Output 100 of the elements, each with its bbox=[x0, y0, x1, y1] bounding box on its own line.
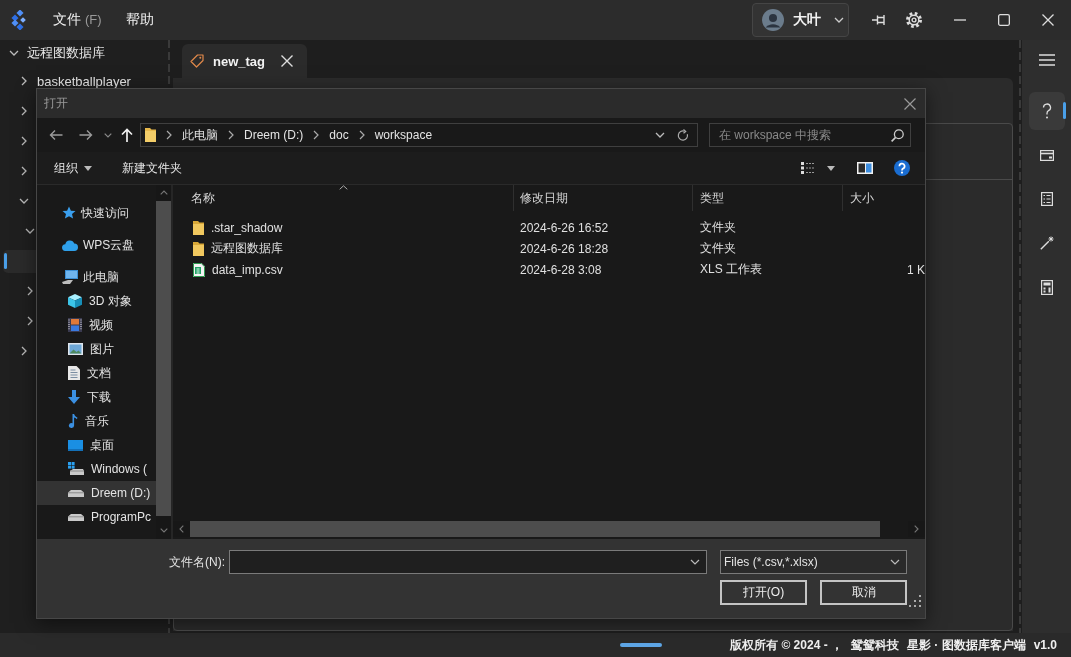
file-name[interactable]: data_imp.csv bbox=[212, 262, 283, 277]
breadcrumb[interactable]: 此电脑 bbox=[182, 126, 218, 144]
chevron-down-icon[interactable] bbox=[655, 132, 665, 138]
chevron-right-icon[interactable] bbox=[228, 130, 234, 140]
column-header[interactable]: 大小 bbox=[843, 185, 925, 211]
file-type: 文件夹 bbox=[700, 219, 736, 236]
tree-item[interactable]: 远程图数据库 bbox=[27, 46, 105, 60]
breadcrumb[interactable]: Dreem (D:) bbox=[244, 128, 304, 142]
copyright-text: 版权所有 © 2024 - ， bbox=[730, 636, 843, 654]
chevron-right-icon[interactable] bbox=[27, 316, 33, 326]
star-icon bbox=[62, 206, 76, 220]
search-icon[interactable] bbox=[891, 128, 904, 142]
forward-arrow-icon[interactable] bbox=[79, 129, 93, 141]
chevron-right-icon[interactable] bbox=[313, 130, 320, 140]
chevron-right-icon[interactable] bbox=[21, 106, 27, 116]
breadcrumb[interactable]: doc bbox=[329, 128, 349, 142]
folder-icon bbox=[145, 128, 156, 142]
file-type-dropdown[interactable]: Files (*.csv,*.xlsx) bbox=[720, 550, 907, 574]
chevron-down-icon[interactable] bbox=[25, 228, 35, 234]
organize-menu-button[interactable]: 组织 bbox=[54, 159, 92, 177]
chevron-right-icon[interactable] bbox=[27, 286, 33, 296]
drive-icon bbox=[68, 462, 84, 476]
resize-grip-icon[interactable] bbox=[909, 595, 921, 607]
nav-item[interactable]: 文档 bbox=[37, 361, 156, 385]
menu-icon[interactable] bbox=[1038, 54, 1055, 66]
nav-item[interactable]: WPS云盘 bbox=[37, 233, 156, 257]
column-header[interactable]: 名称 bbox=[173, 185, 514, 211]
new-folder-button[interactable]: 新建文件夹 bbox=[122, 159, 182, 177]
caret-down-icon[interactable] bbox=[159, 528, 168, 533]
nav-item[interactable]: 图片 bbox=[37, 337, 156, 361]
nav-item[interactable]: ProgramPc bbox=[37, 505, 156, 529]
nav-item-selected[interactable]: Dreem (D:) bbox=[37, 481, 156, 505]
tag-icon bbox=[190, 54, 204, 68]
magic-wand-icon bbox=[1039, 236, 1054, 250]
modified-date: 2024-6-26 18:28 bbox=[520, 241, 609, 256]
avatar-icon bbox=[762, 9, 784, 31]
chevron-down-icon bbox=[834, 17, 844, 23]
file-type: XLS 工作表 bbox=[700, 261, 762, 278]
drive-icon bbox=[68, 489, 84, 497]
nav-item[interactable]: 此电脑 bbox=[37, 265, 156, 289]
preview-pane-icon[interactable] bbox=[857, 162, 873, 174]
details-view-icon[interactable] bbox=[801, 162, 815, 174]
sort-caret-icon bbox=[339, 185, 348, 190]
file-name[interactable]: .star_shadow bbox=[211, 220, 283, 235]
folder-icon bbox=[193, 241, 204, 256]
settings-icon[interactable] bbox=[906, 12, 922, 28]
spreadsheet-icon bbox=[193, 262, 205, 277]
search-field[interactable]: 在 workspace 中搜索 bbox=[709, 123, 911, 147]
chevron-down-icon[interactable] bbox=[19, 198, 29, 204]
nav-item[interactable]: 视频 bbox=[37, 313, 156, 337]
help-icon[interactable] bbox=[894, 160, 910, 176]
scrollbar-thumb[interactable] bbox=[190, 521, 880, 537]
address-bar[interactable]: 此电脑 Dreem (D:) doc workspace bbox=[140, 123, 698, 147]
chevron-right-icon[interactable] bbox=[21, 76, 27, 86]
chevron-down-icon[interactable] bbox=[690, 559, 700, 565]
menu-item[interactable]: 帮助 bbox=[125, 11, 154, 29]
progress-handle bbox=[620, 643, 662, 647]
user-menu-button[interactable]: 大叶 bbox=[752, 3, 849, 37]
maximize-icon[interactable] bbox=[998, 14, 1010, 26]
breadcrumb[interactable]: workspace bbox=[374, 128, 433, 142]
caret-up-icon[interactable] bbox=[159, 190, 168, 195]
pin-icon[interactable] bbox=[872, 14, 888, 26]
nav-item[interactable]: Windows ( bbox=[37, 457, 156, 481]
music-note-icon bbox=[68, 414, 78, 428]
modified-date: 2024-6-28 3:08 bbox=[520, 262, 602, 277]
open-button[interactable]: 打开(O) bbox=[720, 580, 807, 605]
chevron-right-icon[interactable] bbox=[21, 136, 27, 146]
computer-icon bbox=[62, 270, 78, 284]
menu-item[interactable]: 文件 (F) bbox=[53, 11, 102, 29]
chevron-down-icon[interactable] bbox=[9, 50, 19, 56]
nav-item[interactable]: 桌面 bbox=[37, 433, 156, 457]
selected-row-highlight[interactable] bbox=[3, 249, 36, 273]
caret-down-icon[interactable] bbox=[827, 165, 835, 171]
company-name: 鸳鸳科技 bbox=[850, 636, 899, 654]
chevron-right-icon[interactable] bbox=[21, 166, 27, 176]
column-header[interactable]: 类型 bbox=[693, 185, 843, 211]
file-name[interactable]: 远程图数据库 bbox=[211, 240, 283, 257]
calculator-icon bbox=[1040, 279, 1053, 295]
refresh-icon[interactable] bbox=[677, 128, 689, 142]
document-icon bbox=[68, 366, 80, 380]
tab[interactable]: new_tag bbox=[182, 44, 307, 78]
tree-item[interactable]: basketballplayer bbox=[37, 74, 131, 88]
file-name-field[interactable] bbox=[229, 550, 707, 574]
nav-item[interactable]: 下载 bbox=[37, 385, 156, 409]
nav-item[interactable]: 快速访问 bbox=[37, 201, 156, 225]
nav-item[interactable]: 音乐 bbox=[37, 409, 156, 433]
nav-item[interactable]: 3D 对象 bbox=[37, 289, 156, 313]
dialog-title: 打开 bbox=[44, 95, 68, 112]
close-icon[interactable] bbox=[904, 97, 916, 110]
desktop-icon bbox=[68, 439, 83, 451]
chevron-down-icon bbox=[890, 559, 900, 565]
column-header[interactable]: 修改日期 bbox=[514, 185, 693, 211]
up-arrow-icon[interactable] bbox=[121, 128, 133, 142]
chevron-right-icon[interactable] bbox=[166, 130, 172, 140]
toolbar-tab[interactable] bbox=[1028, 92, 1065, 130]
chevron-right-icon[interactable] bbox=[21, 346, 27, 356]
caret-down-icon[interactable] bbox=[104, 132, 112, 138]
back-arrow-icon[interactable] bbox=[49, 129, 63, 141]
cancel-button[interactable]: 取消 bbox=[820, 580, 907, 605]
chevron-right-icon[interactable] bbox=[358, 130, 365, 140]
